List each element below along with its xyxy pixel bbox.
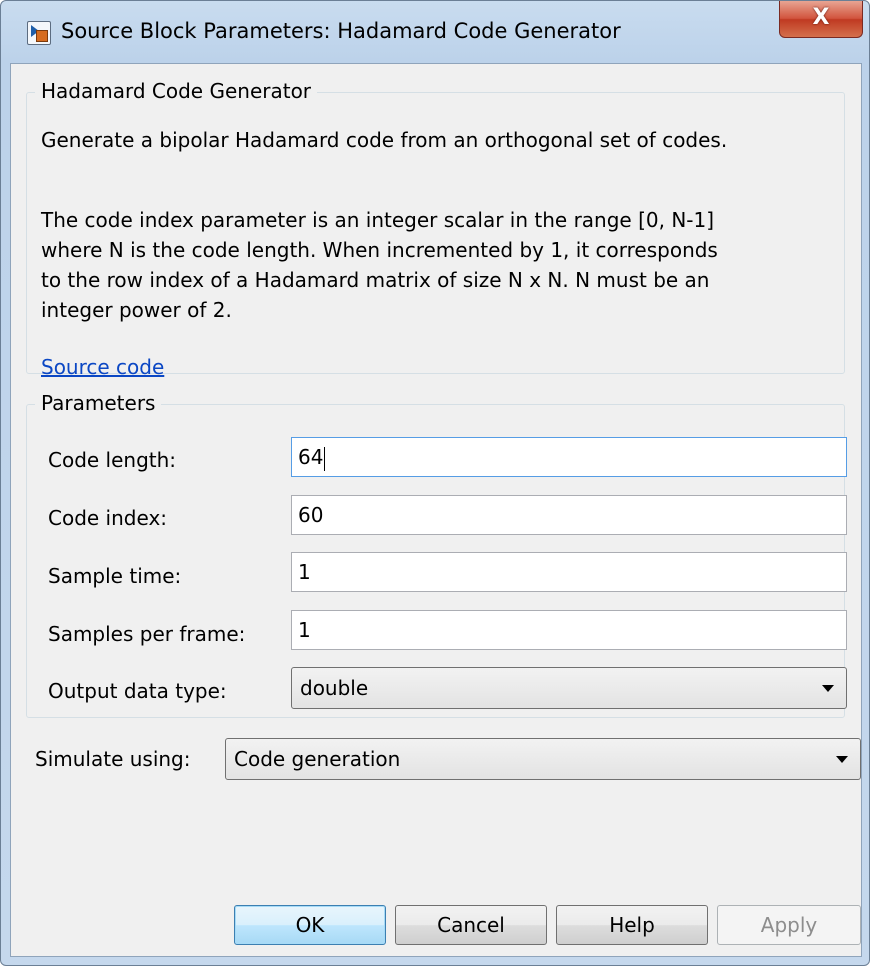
description-line: Generate a bipolar Hadamard code from an… xyxy=(41,128,728,152)
description-paragraph: The code index parameter is an integer s… xyxy=(41,208,718,322)
description-group-title: Hadamard Code Generator xyxy=(35,79,318,103)
window-title: Source Block Parameters: Hadamard Code G… xyxy=(61,19,621,43)
simulate-using-label: Simulate using: xyxy=(35,747,191,771)
description-group: Hadamard Code Generator Generate a bipol… xyxy=(26,79,845,379)
dialog-body: Hadamard Code Generator Generate a bipol… xyxy=(10,63,862,957)
parameters-group-title: Parameters xyxy=(35,391,162,415)
text-caret xyxy=(324,446,326,471)
parameters-group: Parameters Code length: 64 Code index: 6… xyxy=(26,391,847,718)
close-button[interactable]: X xyxy=(779,1,863,38)
dialog-window: Source Block Parameters: Hadamard Code G… xyxy=(0,0,870,966)
output-data-type-value: double xyxy=(300,676,369,700)
apply-button[interactable]: Apply xyxy=(717,905,861,945)
code-length-field[interactable]: 64 xyxy=(291,437,847,477)
title-bar[interactable]: Source Block Parameters: Hadamard Code G… xyxy=(1,1,869,63)
output-data-type-select[interactable]: double xyxy=(291,667,847,709)
simulate-using-select[interactable]: Code generation xyxy=(225,738,861,780)
source-code-link[interactable]: Source code xyxy=(41,355,164,379)
ok-button[interactable]: OK xyxy=(234,905,386,945)
code-index-field[interactable]: 60 xyxy=(291,495,847,535)
samples-per-frame-label: Samples per frame: xyxy=(48,622,246,646)
help-button[interactable]: Help xyxy=(556,905,708,945)
simulink-block-icon xyxy=(27,21,51,45)
code-length-value: 64 xyxy=(298,445,324,469)
code-index-label: Code index: xyxy=(48,506,168,530)
code-length-label: Code length: xyxy=(48,448,177,472)
sample-time-label: Sample time: xyxy=(48,564,182,588)
cancel-button[interactable]: Cancel xyxy=(395,905,547,945)
chevron-down-icon xyxy=(836,756,848,763)
samples-per-frame-field[interactable]: 1 xyxy=(291,610,847,650)
output-data-type-label: Output data type: xyxy=(48,679,227,703)
chevron-down-icon xyxy=(822,685,834,692)
simulate-using-value: Code generation xyxy=(234,747,401,771)
sample-time-field[interactable]: 1 xyxy=(291,552,847,592)
